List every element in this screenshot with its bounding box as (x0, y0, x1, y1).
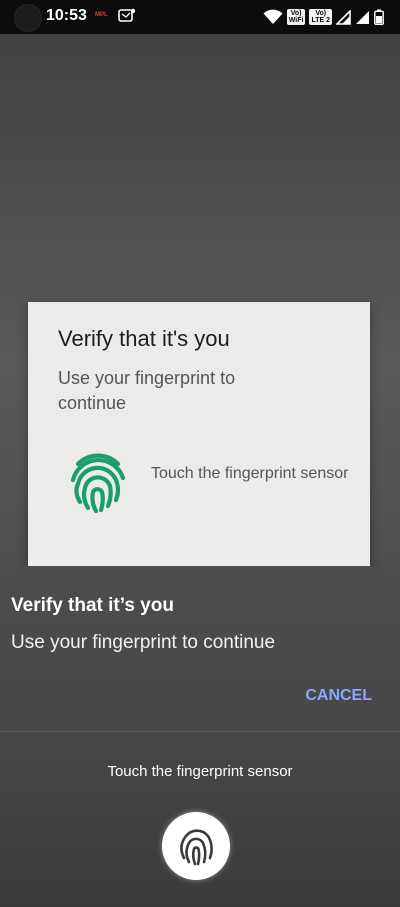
app-verify-dialog: Verify that it's you Use your fingerprin… (28, 302, 370, 572)
app-dialog-subtitle: Use your fingerprint to continue (58, 368, 236, 413)
battery-icon (374, 9, 384, 25)
sheet-subtitle: Use your fingerprint to continue (11, 632, 276, 653)
wifi-icon (263, 9, 283, 24)
front-camera (14, 4, 42, 32)
app-touch-sensor-text: Touch the fingerprint sensor (151, 465, 349, 482)
signal-icon-sim2 (356, 10, 369, 24)
signal-icon-sim1 (336, 9, 351, 25)
fingerprint-icon (180, 829, 213, 866)
cancel-button[interactable]: CANCEL (305, 685, 372, 707)
sheet-title: Verify that it’s you (11, 595, 174, 616)
volte-wifi-bottom: WiFi (288, 17, 304, 24)
screen: 10:53 MPL Vo) WiFi Vo) LTE 2 Verify that… (0, 0, 400, 907)
status-clock: 10:53 (46, 7, 87, 24)
notification-icon-mpl: MPL (95, 12, 108, 18)
sheet-divider (0, 731, 400, 732)
app-dialog-title: Verify that it's you (58, 326, 230, 351)
volte-wifi-badge: Vo) WiFi (286, 9, 306, 25)
biometric-bottom-sheet: Verify that it’s you Use your fingerprin… (0, 566, 400, 907)
status-icons: Vo) WiFi Vo) LTE 2 (263, 7, 384, 27)
volte-wifi-top: Vo) (290, 10, 302, 17)
volte-lte-bottom: LTE 2 (311, 17, 330, 24)
fingerprint-icon (70, 453, 126, 514)
volte-lte-badge: Vo) LTE 2 (309, 9, 332, 25)
status-bar: 10:53 MPL Vo) WiFi Vo) LTE 2 (0, 0, 400, 34)
volte-lte-top: Vo) (315, 10, 327, 17)
message-notification-icon (118, 8, 136, 22)
sheet-touch-sensor-text: Touch the fingerprint sensor (107, 763, 293, 780)
fingerprint-sensor-button[interactable] (162, 812, 230, 880)
